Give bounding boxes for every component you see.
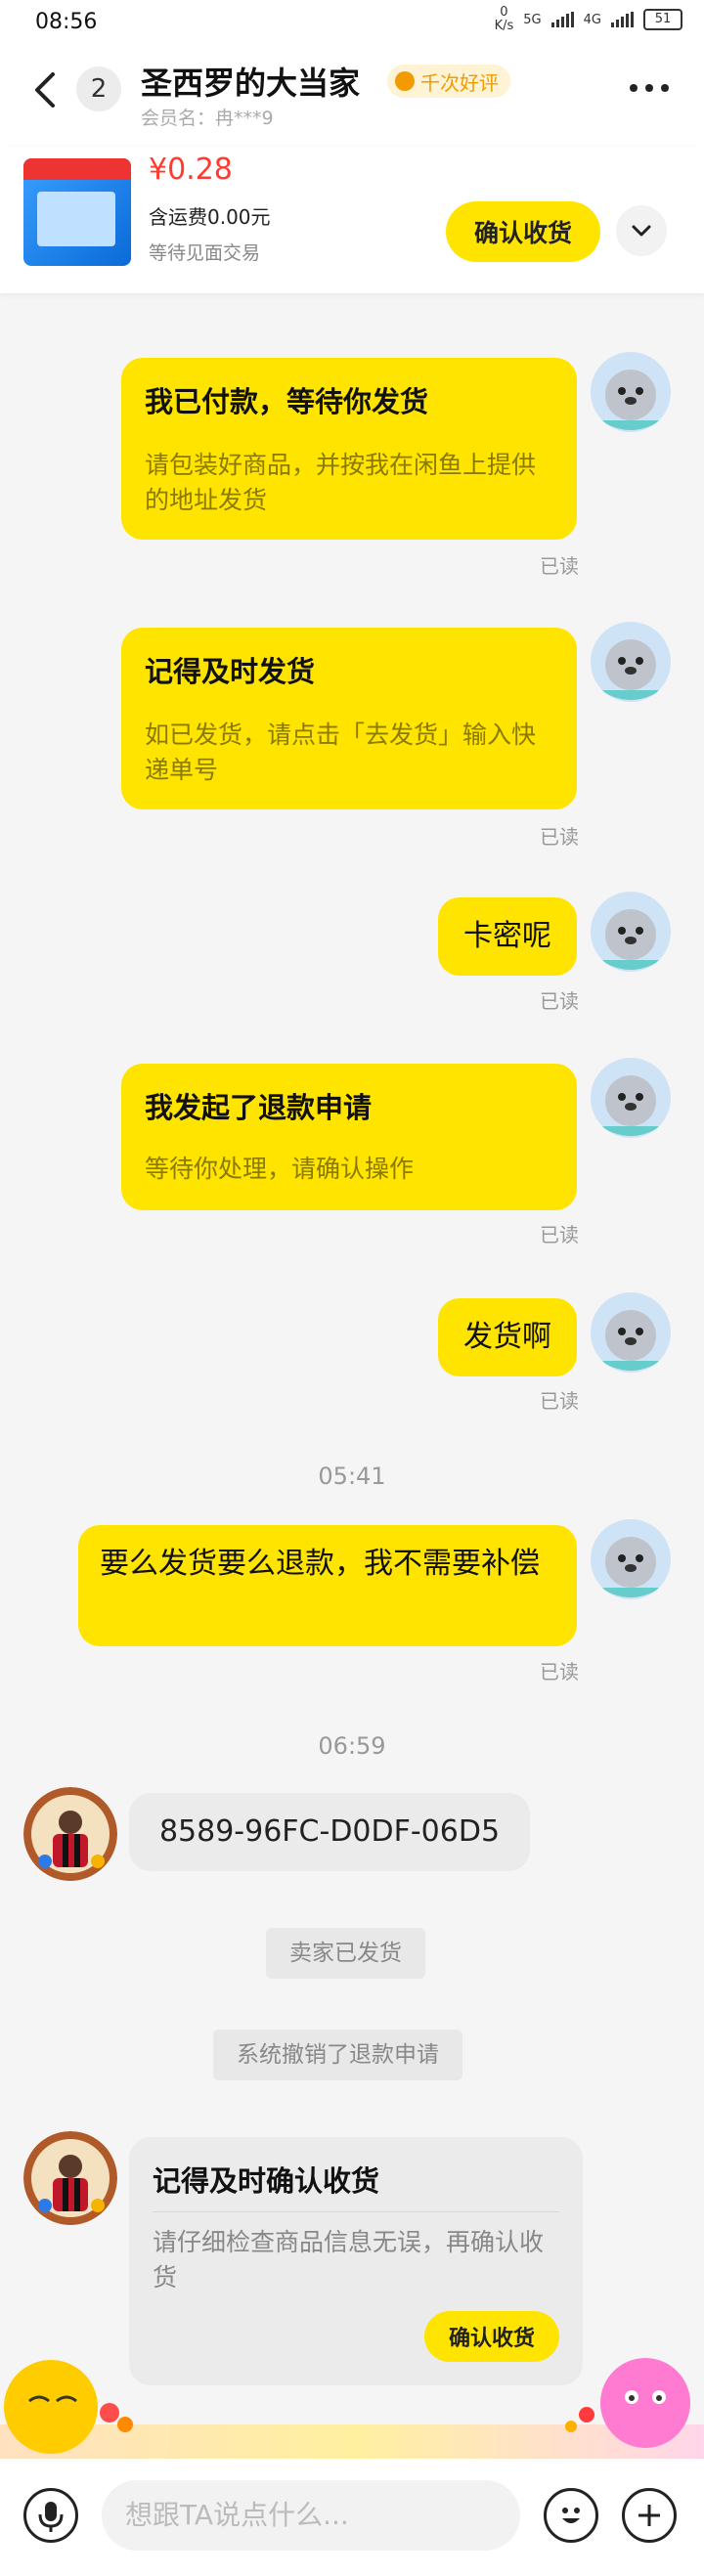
rating-label: 千次好评 xyxy=(420,70,499,95)
my-avatar[interactable] xyxy=(591,352,671,432)
card-body: 等待你处理，请确认操作 xyxy=(145,1155,415,1183)
plus-icon[interactable] xyxy=(622,2488,677,2543)
input-bar: 想跟TA说点什么... xyxy=(0,2459,704,2576)
card-body: 如已发货，请点击「去发货」输入快递单号 xyxy=(145,720,537,784)
card-divider xyxy=(153,2211,559,2212)
rating-icon xyxy=(395,71,415,91)
net-speed: 0 K/s xyxy=(495,6,514,33)
card-body: 请仔细检查商品信息无误，再确认收货 xyxy=(153,2228,545,2292)
seller-avatar[interactable] xyxy=(23,1787,117,1881)
product-price: ¥0.28 xyxy=(149,153,233,187)
status-bar: 08:56 0 K/s 5G 4G 51 xyxy=(0,0,704,49)
seller-avatar[interactable] xyxy=(23,2131,117,2225)
status-indicators: 0 K/s 5G 4G 51 xyxy=(495,6,682,33)
net-speed-value: 0 xyxy=(500,5,508,20)
chevron-down-icon[interactable] xyxy=(616,205,667,256)
emoji-icon[interactable] xyxy=(544,2488,598,2543)
my-avatar[interactable] xyxy=(591,892,671,972)
my-message[interactable]: 发货啊 xyxy=(438,1298,577,1376)
read-receipt: 已读 xyxy=(540,989,579,1013)
voice-icon[interactable] xyxy=(23,2488,78,2543)
unread-badge[interactable]: 2 xyxy=(76,66,121,111)
my-avatar[interactable] xyxy=(591,1058,671,1138)
net1-label: 5G xyxy=(523,12,542,27)
chat-header: 2 圣西罗的大当家 千次好评 会员名：冉***9 xyxy=(0,49,704,147)
read-receipt: 已读 xyxy=(540,1389,579,1413)
confirm-receipt-button[interactable]: 确认收货 xyxy=(446,201,600,262)
shop-name[interactable]: 圣西罗的大当家 xyxy=(141,59,360,104)
my-avatar[interactable] xyxy=(591,1292,671,1373)
shipping-fee: 含运费0.00元 xyxy=(149,205,271,229)
product-thumbnail[interactable] xyxy=(23,158,131,266)
my-avatar[interactable] xyxy=(591,622,671,702)
card-title: 记得及时发货 xyxy=(145,655,316,688)
timestamp: 05:41 xyxy=(318,1463,386,1490)
net-speed-unit: K/s xyxy=(494,19,514,33)
rating-badge[interactable]: 千次好评 xyxy=(387,65,510,98)
battery-icon: 51 xyxy=(643,9,682,30)
system-notice-shipped: 卖家已发货 xyxy=(266,1928,425,1979)
system-card-refund[interactable]: 我发起了退款申请 等待你处理，请确认操作 xyxy=(121,1064,577,1210)
system-card-paid[interactable]: 我已付款，等待你发货 请包装好商品，并按我在闲鱼上提供的地址发货 xyxy=(121,358,577,540)
card-title: 记得及时确认收货 xyxy=(153,2164,380,2198)
my-avatar[interactable] xyxy=(591,1519,671,1599)
my-message[interactable]: 要么发货要么退款，我不需要补偿 xyxy=(78,1525,577,1646)
card-title: 我发起了退款申请 xyxy=(145,1091,373,1124)
read-receipt: 已读 xyxy=(540,825,579,849)
my-message[interactable]: 卡密呢 xyxy=(438,897,577,976)
trade-status: 等待见面交易 xyxy=(149,242,261,264)
seller-message-card-key[interactable]: 8589-96FC-D0DF-06D5 xyxy=(129,1793,530,1871)
net2-label: 4G xyxy=(583,12,601,27)
decorative-banner xyxy=(0,2346,704,2459)
timestamp: 06:59 xyxy=(318,1732,386,1760)
card-title: 我已付款，等待你发货 xyxy=(145,385,429,418)
card-body: 请包装好商品，并按我在闲鱼上提供的地址发货 xyxy=(145,451,537,514)
product-bar: ¥0.28 含运费0.00元 等待见面交易 确认收货 xyxy=(0,147,704,293)
more-icon[interactable] xyxy=(630,84,669,92)
read-receipt: 已读 xyxy=(540,554,579,578)
system-card-remind-ship[interactable]: 记得及时发货 如已发货，请点击「去发货」输入快递单号 xyxy=(121,628,577,809)
member-name: 会员名：冉***9 xyxy=(141,108,274,129)
read-receipt: 已读 xyxy=(540,1660,579,1683)
message-input[interactable]: 想跟TA说点什么... xyxy=(102,2480,520,2551)
system-notice-refund-revoked: 系统撤销了退款申请 xyxy=(213,2030,462,2080)
back-icon[interactable] xyxy=(29,68,65,111)
status-time: 08:56 xyxy=(35,10,98,34)
signal-icon-2 xyxy=(611,12,634,27)
read-receipt: 已读 xyxy=(540,1223,579,1246)
signal-icon xyxy=(550,12,574,27)
